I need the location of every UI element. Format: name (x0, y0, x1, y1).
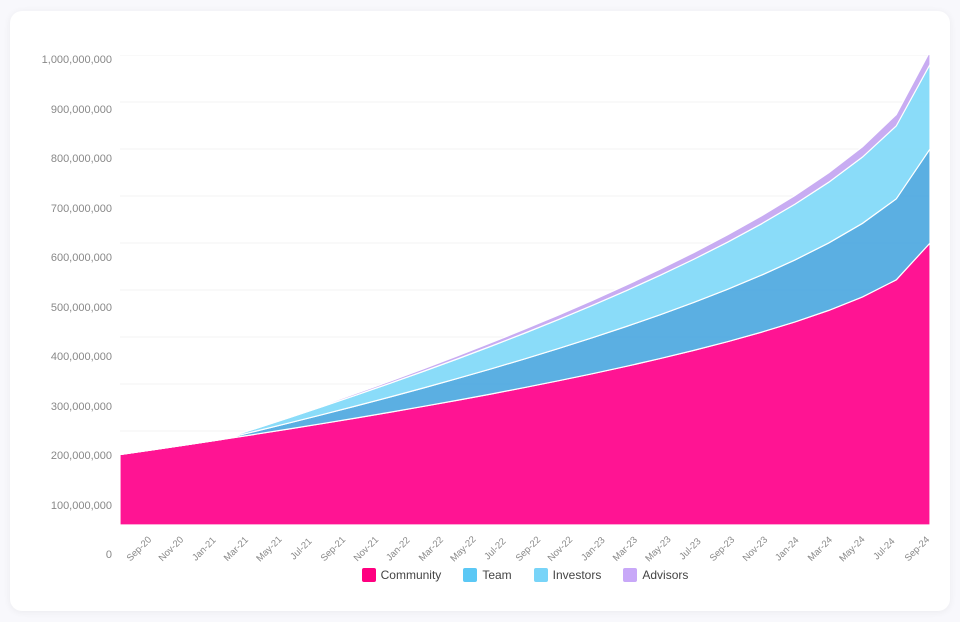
y-axis-label: 300,000,000 (51, 402, 112, 413)
y-axis-label: 100,000,000 (51, 501, 112, 512)
y-axis-label: 200,000,000 (51, 451, 112, 462)
legend-item: Community (362, 568, 442, 582)
y-axis-label: 900,000,000 (51, 105, 112, 116)
x-axis: Sep-20Nov-20Jan-21Mar-21May-21Jul-21Sep-… (120, 525, 930, 555)
y-axis-label: 700,000,000 (51, 204, 112, 215)
legend-item: Investors (534, 568, 602, 582)
y-axis-label: 600,000,000 (51, 253, 112, 264)
legend-color (623, 568, 637, 582)
y-axis-label: 500,000,000 (51, 303, 112, 314)
legend-color (463, 568, 477, 582)
legend-item: Advisors (623, 568, 688, 582)
main-chart-svg (120, 55, 930, 525)
legend-label: Community (381, 568, 442, 582)
legend-label: Investors (553, 568, 602, 582)
y-axis-label: 800,000,000 (51, 154, 112, 165)
legend-label: Advisors (642, 568, 688, 582)
chart-right: Sep-20Nov-20Jan-21Mar-21May-21Jul-21Sep-… (120, 55, 930, 591)
y-axis-label: 400,000,000 (51, 352, 112, 363)
y-axis: 1,000,000,000 900,000,000 800,000,000 700,0… (30, 55, 120, 591)
chart-container: 1,000,000,000 900,000,000 800,000,000 700,0… (10, 11, 950, 611)
legend: Community Team Investors Advisors (120, 559, 930, 591)
legend-color (534, 568, 548, 582)
y-axis-label: 1,000,000,000 (42, 55, 112, 66)
y-axis-label: 0 (106, 550, 112, 561)
legend-item: Team (463, 568, 511, 582)
legend-label: Team (482, 568, 511, 582)
chart-area: 1,000,000,000 900,000,000 800,000,000 700,0… (30, 55, 930, 591)
legend-color (362, 568, 376, 582)
